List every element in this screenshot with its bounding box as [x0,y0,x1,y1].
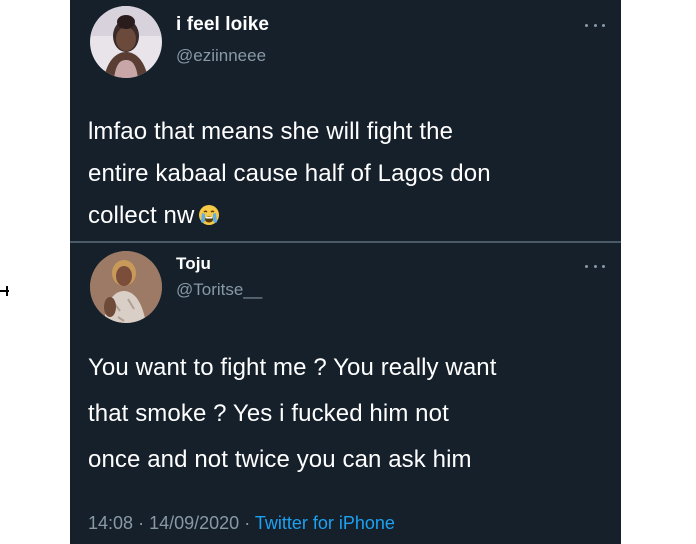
tweet-text-line: once and not twice you can ask him [88,446,472,473]
tweet-metadata: 14:08 · 14/09/2020 · Twitter for iPhone [88,513,395,534]
avatar[interactable] [90,6,162,78]
tweet-date[interactable]: 14/09/2020 [149,513,239,533]
tweet-card[interactable]: Toju @Toritse__ You want to fight me ? Y… [70,243,621,544]
tweet-time[interactable]: 14:08 [88,513,133,533]
display-name[interactable]: i feel loike [176,14,269,36]
tweet-thread-screenshot: i feel loike @eziinneee lmfao that means… [70,0,621,544]
crying-face-icon [198,198,220,225]
tweet-text-line: collect nw [88,195,599,237]
meta-separator: · [138,513,145,533]
more-options-icon[interactable] [585,263,605,269]
tweet-card[interactable]: i feel loike @eziinneee lmfao that means… [70,0,621,242]
tweet-text-line: entire kabaal cause half of Lagos don [88,160,491,187]
tweet-text: You want to fight me ? You really want t… [88,345,599,483]
tweet-text-line: that smoke ? Yes i fucked him not [88,400,449,427]
tweet-text-segment: collect nw [88,202,195,229]
user-handle[interactable]: @Toritse__ [176,280,262,300]
user-handle[interactable]: @eziinneee [176,46,266,66]
edge-marker [0,286,9,296]
meta-separator: · [244,513,251,533]
avatar[interactable] [90,251,162,323]
more-options-icon[interactable] [585,22,605,28]
tweet-text-line: lmfao that means she will fight the [88,118,454,145]
tweet-text-line: You want to fight me ? You really want [88,354,497,381]
tweet-source-link[interactable]: Twitter for iPhone [255,513,395,533]
tweet-text: lmfao that means she will fight the enti… [88,111,599,237]
display-name[interactable]: Toju [176,254,211,274]
